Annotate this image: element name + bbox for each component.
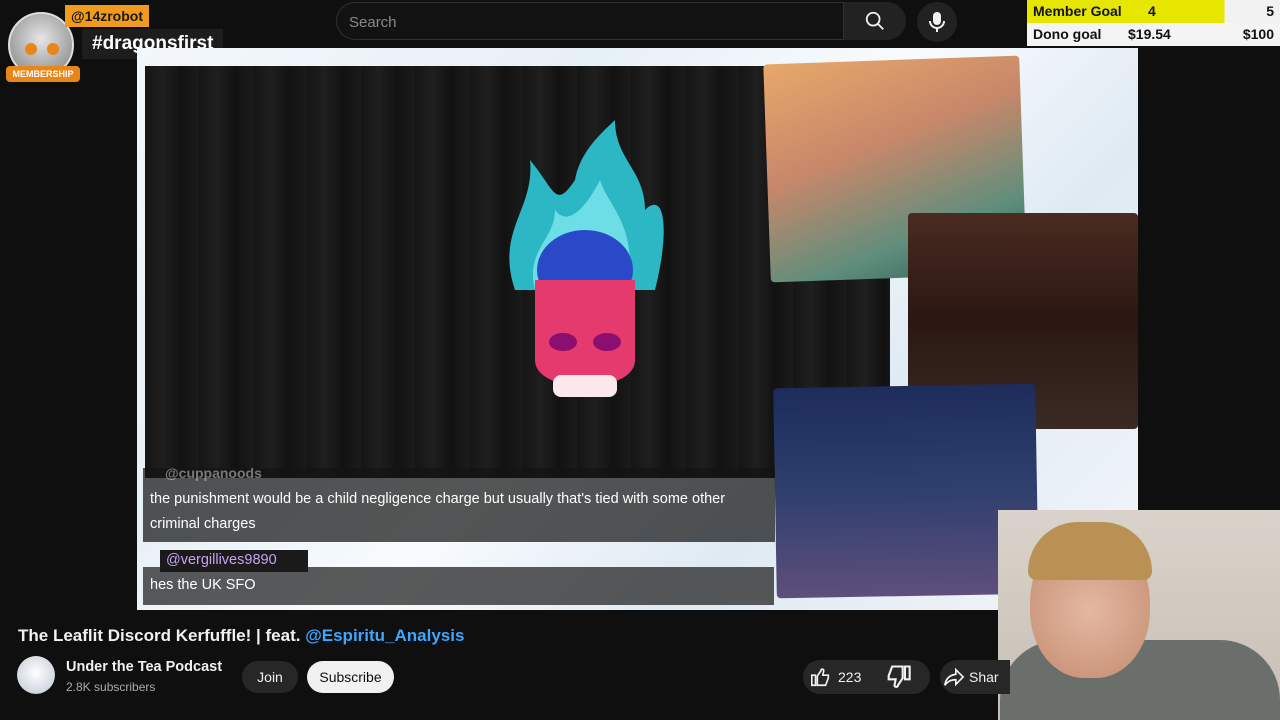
dono-goal-target: $100 — [1242, 26, 1274, 42]
dono-goal-row: Dono goal $19.54 $100 — [1027, 23, 1280, 46]
chat-username: @cuppanoods — [165, 465, 262, 481]
channel-avatar[interactable] — [17, 656, 55, 694]
search-box[interactable] — [336, 2, 844, 41]
search-input[interactable] — [337, 3, 831, 41]
member-goal-target: 5 — [1266, 3, 1274, 19]
dono-goal-current: $19.54 — [1128, 26, 1171, 42]
subscriber-count: 2.8K subscribers — [66, 680, 156, 694]
membership-badge: MEMBERSHIP — [6, 66, 80, 82]
share-icon — [944, 667, 965, 687]
thumbs-up-icon[interactable] — [810, 666, 832, 688]
voice-search-button[interactable] — [917, 2, 957, 42]
member-handle: @14zrobot — [65, 5, 149, 27]
dono-goal-label: Dono goal — [1033, 26, 1102, 42]
chat-username: @vergillives9890 — [166, 552, 277, 568]
thumbs-down-icon[interactable] — [884, 662, 912, 692]
video-title-text: The Leaflit Discord Kerfuffle! | feat. — [18, 626, 306, 645]
flaming-skull-avatar — [509, 120, 664, 397]
microphone-icon — [929, 12, 945, 32]
member-goal-current: 4 — [1148, 3, 1156, 19]
video-title: The Leaflit Discord Kerfuffle! | feat. @… — [18, 626, 464, 646]
join-button[interactable]: Join — [242, 661, 298, 693]
robot-eyes-icon — [25, 43, 59, 55]
member-goal-label: Member Goal — [1033, 3, 1122, 19]
search-icon — [865, 11, 884, 30]
member-goal-row: Member Goal 4 5 — [1027, 0, 1280, 23]
goals-panel: Member Goal 4 5 Dono goal $19.54 $100 — [1027, 0, 1280, 46]
channel-name[interactable]: Under the Tea Podcast — [66, 659, 222, 675]
subscribe-button[interactable]: Subscribe — [307, 661, 394, 693]
chat-message-text: hes the UK SFO — [150, 577, 256, 593]
share-label: Shar — [969, 669, 999, 685]
like-count: 223 — [838, 669, 862, 685]
search-button[interactable] — [844, 2, 906, 40]
chat-message-text: the punishment would be a child negligen… — [150, 491, 726, 532]
title-mention-link[interactable]: @Espiritu_Analysis — [305, 626, 464, 645]
